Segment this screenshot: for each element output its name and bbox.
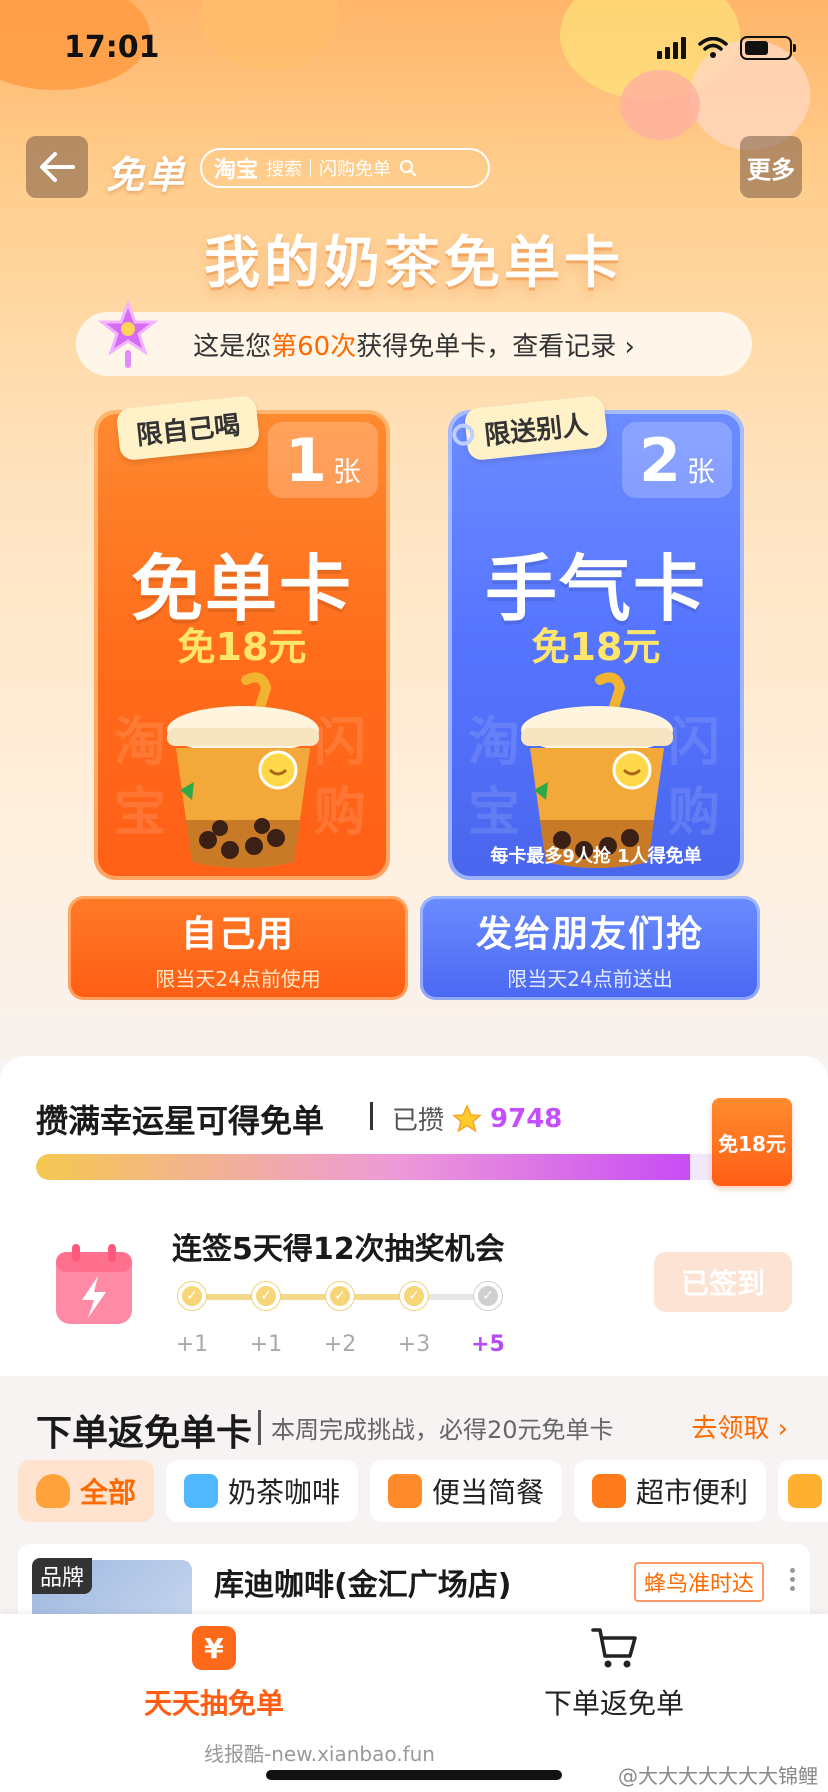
calendar-bolt-icon	[56, 1244, 132, 1324]
category-all-label: 全部	[80, 1476, 137, 1509]
record-highlight: 第60次	[271, 331, 357, 362]
self-count: 1	[285, 426, 327, 496]
give-count-unit: 张	[686, 455, 715, 488]
bottom-tab-bar: ¥ 天天抽免单 下单返免单 线报酷-new.xianbao.fun @大大大大大…	[0, 1614, 828, 1792]
streak-reward-1: +1	[175, 1332, 209, 1357]
status-time: 17:01	[64, 30, 160, 65]
tab-order-rebate[interactable]: 下单返免单	[464, 1626, 764, 1722]
search-scope: 闪购免单	[319, 159, 392, 180]
lucky-progress-bar	[36, 1154, 788, 1180]
streak-reward-4: +3	[397, 1332, 431, 1357]
streak-reward-5: +5	[471, 1332, 505, 1357]
more-options-icon[interactable]	[790, 1568, 796, 1591]
category-market[interactable]: 超市便利	[574, 1460, 767, 1522]
home-indicator	[266, 1770, 562, 1780]
shop-bag-icon	[592, 1474, 627, 1508]
weibo-watermark: @大大大大大大大锦鲤	[618, 1764, 818, 1788]
reward-badge: 免18元	[712, 1098, 792, 1186]
cart-icon	[591, 1628, 637, 1668]
record-link[interactable]: 这是您 第60次 获得免单卡，查看记录 ›	[76, 312, 752, 376]
footer-watermark: 线报酷-new.xianbao.fun	[204, 1742, 435, 1766]
category-bento-label: 便当简餐	[432, 1476, 545, 1509]
shop-card[interactable]: 品牌 库迪咖啡(金汇广场店) 蜂鸟准时达	[18, 1544, 810, 1614]
collected-count: 9748	[490, 1103, 563, 1134]
more-button[interactable]: 更多	[740, 136, 802, 198]
category-market-label: 超市便利	[636, 1476, 749, 1509]
status-bar: 17:01	[0, 0, 828, 100]
search-label: 搜索	[266, 159, 303, 180]
give-card-value: 免18元	[531, 625, 661, 669]
signin-title: 连签5天得12次抽奖机会	[172, 1232, 505, 1267]
search-icon	[400, 160, 417, 176]
self-card-value: 免18元	[177, 625, 307, 669]
milk-tea-cup-icon	[521, 672, 673, 868]
use-self-sub: 限当天24点前使用	[155, 966, 321, 991]
collected-label: 已攒	[392, 1106, 445, 1136]
battery-icon	[740, 36, 796, 60]
tab-daily-lottery-label: 天天抽免单	[143, 1687, 284, 1720]
lucky-collected: 已攒 9748	[392, 1100, 562, 1137]
send-friends-sub: 限当天24点前送出	[507, 966, 673, 991]
use-self-label: 自己用	[180, 913, 295, 955]
tab-order-rebate-label: 下单返免单	[543, 1687, 684, 1720]
streak-day-2-check-icon: ✓	[252, 1282, 280, 1310]
send-friends-label: 发给朋友们抢	[475, 913, 704, 955]
drink-cup-icon	[184, 1474, 219, 1508]
use-self-button[interactable]: 自己用 限当天24点前使用	[68, 896, 408, 1000]
streak-day-4-check-icon: ✓	[400, 1282, 428, 1310]
record-prefix: 这是您	[193, 331, 272, 362]
tab-daily-lottery[interactable]: ¥ 天天抽免单	[64, 1626, 364, 1722]
back-button[interactable]	[26, 136, 88, 198]
order-title: 下单返免单卡	[36, 1413, 253, 1454]
wifi-icon	[698, 37, 728, 58]
category-all[interactable]: 全部	[18, 1460, 155, 1522]
category-more-icon	[788, 1474, 823, 1508]
give-count: 2	[639, 426, 681, 496]
streak-reward-2: +1	[249, 1332, 283, 1357]
streak-day-5-check-icon: ✓	[474, 1282, 502, 1310]
send-friends-button[interactable]: 发给朋友们抢 限当天24点前送出	[420, 896, 760, 1000]
arrow-left-icon	[40, 152, 75, 182]
self-count-box: 1 张	[268, 422, 378, 498]
lucky-star-panel: 攒满幸运星可得免单 已攒 9748 免18元 连签5天得12次抽奖机会 ✓ ✓ …	[0, 1056, 828, 1376]
search-brand: 淘宝	[214, 158, 259, 183]
category-more[interactable]	[778, 1460, 828, 1522]
streak-reward-3: +2	[323, 1332, 357, 1357]
nav-title: 免单	[106, 153, 187, 197]
page-title: 我的奶茶免单卡	[204, 231, 624, 296]
star-icon	[452, 1103, 482, 1133]
record-suffix: 获得免单卡，查看记录 ›	[356, 331, 635, 362]
signin-streak: ✓ ✓ ✓ ✓ ✓ +1 +1 +2 +3 +5	[176, 1280, 505, 1360]
shop-name: 库迪咖啡(金汇广场店)	[214, 1568, 512, 1603]
search-bar[interactable]: 淘宝 搜索 闪购免单	[200, 148, 490, 188]
streak-day-3-check-icon: ✓	[326, 1282, 354, 1310]
order-subtitle: 本周完成挑战，必得20元免单卡	[258, 1410, 614, 1445]
signed-in-button[interactable]: 已签到	[654, 1252, 792, 1312]
free-order-card[interactable]: 1 张 免单卡 免18元 淘 闪 宝 购	[94, 410, 390, 880]
top-nav: 免单 淘宝 搜索 闪购免单 更多	[26, 136, 802, 198]
category-bento[interactable]: 便当简餐	[370, 1460, 563, 1522]
bento-box-icon	[388, 1474, 423, 1508]
delivery-tag: 蜂鸟准时达	[634, 1562, 765, 1602]
give-card-note: 每卡最多9人抢 1人得免单	[490, 846, 702, 867]
lucky-progress-fill	[36, 1154, 691, 1180]
lucky-card[interactable]: 2 张 手气卡 免18元 淘 闪 宝 购 每卡最多9人抢 1人得免单	[448, 410, 744, 880]
category-milk-tea-label: 奶茶咖啡	[228, 1476, 341, 1509]
category-tabs: 全部 奶茶咖啡 便当简餐 超市便利	[18, 1460, 828, 1522]
signal-icon	[657, 37, 686, 59]
milk-tea-cup-icon	[167, 672, 319, 868]
self-count-unit: 张	[332, 455, 361, 488]
category-milk-tea[interactable]: 奶茶咖啡	[166, 1460, 359, 1522]
star-wand-icon	[97, 300, 159, 368]
lucky-title: 攒满幸运星可得免单	[36, 1102, 325, 1140]
yen-icon: ¥	[192, 1626, 236, 1670]
give-tag-label: 限送别人	[482, 410, 590, 451]
claim-link[interactable]: 去领取 ›	[691, 1408, 788, 1445]
rice-bowl-icon	[36, 1474, 70, 1508]
streak-day-1-check-icon: ✓	[178, 1282, 206, 1310]
brand-tag: 品牌	[32, 1558, 93, 1594]
give-count-box: 2 张	[622, 422, 732, 498]
